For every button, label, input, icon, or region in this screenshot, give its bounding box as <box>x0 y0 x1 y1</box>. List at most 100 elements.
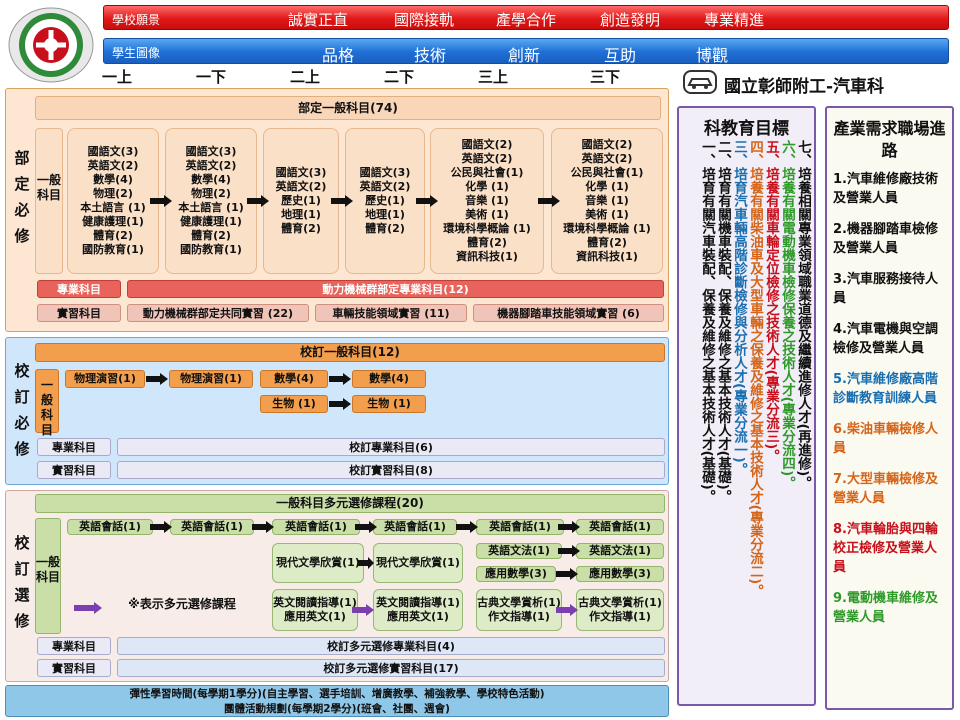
career-item: 5.汽車維修廠高階診斷教育訓練人員 <box>833 372 938 406</box>
arrow-right-icon <box>74 602 102 614</box>
goal-item: 四、培養有關柴油車及大型車輛之保養及維修之基本技術人才(專業分流二)。 <box>747 140 763 598</box>
career-item: 6.柴油車輛檢修人員 <box>833 422 938 456</box>
general-subjects-label: 一般科目 <box>35 518 61 634</box>
vision-item: 產學合作 <box>496 11 557 29</box>
professional-subjects-label: 專業科目 <box>37 280 121 298</box>
goal-item: 一、培育有關汽車裝配、保養及維修之基本技術人才(基礎)。 <box>699 140 715 504</box>
goal-item: 三、培育汽車輛高階診斷檢修與分析人才(專業分流一)。 <box>731 140 747 477</box>
school-logo <box>6 6 96 84</box>
student-item: 創新 <box>508 46 541 65</box>
arrow-right-icon <box>556 604 578 616</box>
course-box: 英語會話(1) <box>373 519 457 535</box>
arrow-right-icon <box>456 521 478 533</box>
course-box: 英文閱讀指導(1) 應用英文(1) <box>272 589 358 631</box>
section-header: 部定一般科目(74) <box>35 96 661 120</box>
practice-course: 機器腳踏車技能領域實習 (6) <box>473 304 664 322</box>
semester-course-box: 國語文(2) 英語文(2) 公民與社會(1) 化學 (1) 音樂 (1) 美術 (1) 環境… <box>551 128 663 274</box>
career-item: 8.汽車輪胎與四輪校正檢修及營業人員 <box>833 522 938 575</box>
course-box: 英語會話(1) <box>170 519 254 535</box>
section-side-label: 部定必修 <box>14 149 30 245</box>
course-box: 數學(4) <box>352 370 426 388</box>
arrow-right-icon <box>247 195 269 207</box>
semester-course-box: 國語文(2) 英語文(2) 公民與社會(1) 化學 (1) 音樂 (1) 美術 (1) 環境… <box>430 128 544 274</box>
course-box: 生物 (1) <box>260 395 328 413</box>
goal-item: 二、培育有關機車裝配、保養及維修之基本技術人才(基礎)。 <box>715 140 731 504</box>
arrow-right-icon <box>150 521 172 533</box>
student-image-bar: 學生圖像 品格 技術 創新 互助 博觀 <box>103 38 949 65</box>
goal-item: 五、培養有關車輪定位檢修之技術人才(專業分流三)。 <box>763 140 779 463</box>
vision-item: 誠實正直 <box>288 11 349 29</box>
arrow-right-icon <box>358 557 374 569</box>
course-box: 英語文法(1) <box>476 543 562 559</box>
car-icon <box>683 70 717 94</box>
course-box: 數學(4) <box>260 370 328 388</box>
arrow-right-icon <box>146 373 168 385</box>
arrow-right-icon <box>150 195 172 207</box>
semester-label: 三下 <box>590 68 621 86</box>
course-box: 應用數學(3) <box>576 566 664 582</box>
section-side-label: 校訂選修 <box>14 534 30 630</box>
arrow-right-icon <box>352 604 374 616</box>
vision-item: 創造發明 <box>600 11 661 29</box>
general-subjects-label: 一般科目 <box>35 128 63 274</box>
arrow-right-icon <box>329 373 351 385</box>
semester-course-box: 國語文(3) 英語文(2) 數學(4) 物理(2) 本土語言 (1) 健康護理(1) 體育(… <box>165 128 257 274</box>
career-item: 4.汽車電機與空調檢修及營業人員 <box>833 322 938 356</box>
course-box: 現代文學欣賞(1) <box>373 543 463 583</box>
student-label: 學生圖像 <box>112 46 161 60</box>
semester-course-box: 國語文(3) 英語文(2) 歷史(1) 地理(1) 體育(2) <box>263 128 339 274</box>
goals-title: 科教育目標 <box>704 119 789 139</box>
semester-label: 二下 <box>384 68 415 86</box>
career-paths-panel: 產業需求職場進路 1.汽車維修廠技術及營業人員 2.機器腳踏車檢修及營業人員 3… <box>825 106 954 710</box>
semester-label: 二上 <box>290 68 321 86</box>
professional-subjects-label: 專業科目 <box>37 438 111 456</box>
course-box: 古典文學賞析(1) 作文指導(1) <box>576 589 664 631</box>
practice-course: 動力機械群部定共同實習 (22) <box>127 304 309 322</box>
arrow-right-icon <box>558 545 580 557</box>
career-item: 1.汽車維修廠技術及營業人員 <box>833 172 938 206</box>
careers-title: 產業需求職場進路 <box>833 119 946 160</box>
arrow-right-icon <box>538 195 560 207</box>
school-name: 國立彰師附工-汽車科 <box>724 77 885 97</box>
student-item: 品格 <box>322 46 355 65</box>
arrow-right-icon <box>331 195 353 207</box>
career-item: 7.大型車輛檢修及營業人員 <box>833 472 938 506</box>
semester-label: 一下 <box>196 68 227 86</box>
arrow-right-icon <box>416 195 438 207</box>
arrow-right-icon <box>558 521 580 533</box>
course-box: 物理演習(1) <box>65 370 145 388</box>
practice-subjects-label: 實習科目 <box>37 659 111 677</box>
arrow-right-icon <box>252 521 274 533</box>
career-item: 3.汽車服務接待人員 <box>833 272 938 306</box>
semester-course-box: 國語文(3) 英語文(2) 歷史(1) 地理(1) 體育(2) <box>345 128 425 274</box>
goal-item: 六、培養有關電動機車檢修保養之技術人才(專業分流四)。 <box>779 140 795 490</box>
section-side-label: 校訂必修 <box>14 362 30 458</box>
practice-subjects-label: 實習科目 <box>37 304 121 322</box>
goal-item: 七、培養相關專業領域職業道德及繼續進修人才(再進修)。 <box>795 140 811 490</box>
practice-subjects-bar: 校訂實習科目(8) <box>117 461 665 479</box>
professional-subjects-label: 專業科目 <box>37 637 111 655</box>
vision-bar: 學校願景 誠實正直 國際接軌 產學合作 創造發明 專業精進 <box>103 5 949 30</box>
course-box: 現代文學欣賞(1) <box>272 543 364 583</box>
elective-note: ※表示多元選修課程 <box>128 597 236 611</box>
flex-learning-text: 彈性學習時間(每學期1學分)(自主學習、選手培訓、增廣教學、補強教學、學校特色活… <box>129 688 545 700</box>
course-box: 英語會話(1) <box>67 519 153 535</box>
arrow-right-icon <box>556 568 578 580</box>
course-box: 古典文學賞析(1) 作文指導(1) <box>476 589 562 631</box>
goals-list: 七、培養相關專業領域職業道德及繼續進修人才(再進修)。 六、培養有關電動機車檢修… <box>699 140 811 700</box>
group-activity-text: 團體活動規劃(每學期2學分)(班會、社團、週會) <box>223 703 450 715</box>
vision-item: 專業精進 <box>704 11 765 29</box>
vision-item: 國際接軌 <box>394 11 455 29</box>
student-item: 博觀 <box>696 46 729 65</box>
course-box: 物理演習(1) <box>169 370 253 388</box>
course-box: 英語會話(1) <box>576 519 664 535</box>
course-box: 應用數學(3) <box>476 566 556 582</box>
semester-label: 一上 <box>102 68 133 86</box>
education-goals-panel: 科教育目標 七、培養相關專業領域職業道德及繼續進修人才(再進修)。 六、培養有關… <box>677 106 816 706</box>
course-box: 生物 (1) <box>352 395 426 413</box>
section-header: 一般科目多元選修課程(20) <box>35 494 665 513</box>
professional-subjects-bar: 校訂多元選修專業科目(4) <box>117 637 665 655</box>
general-subjects-label: 一般科目 <box>35 369 59 437</box>
semester-label: 三上 <box>478 68 509 86</box>
practice-subjects-bar: 校訂多元選修實習科目(17) <box>117 659 665 677</box>
